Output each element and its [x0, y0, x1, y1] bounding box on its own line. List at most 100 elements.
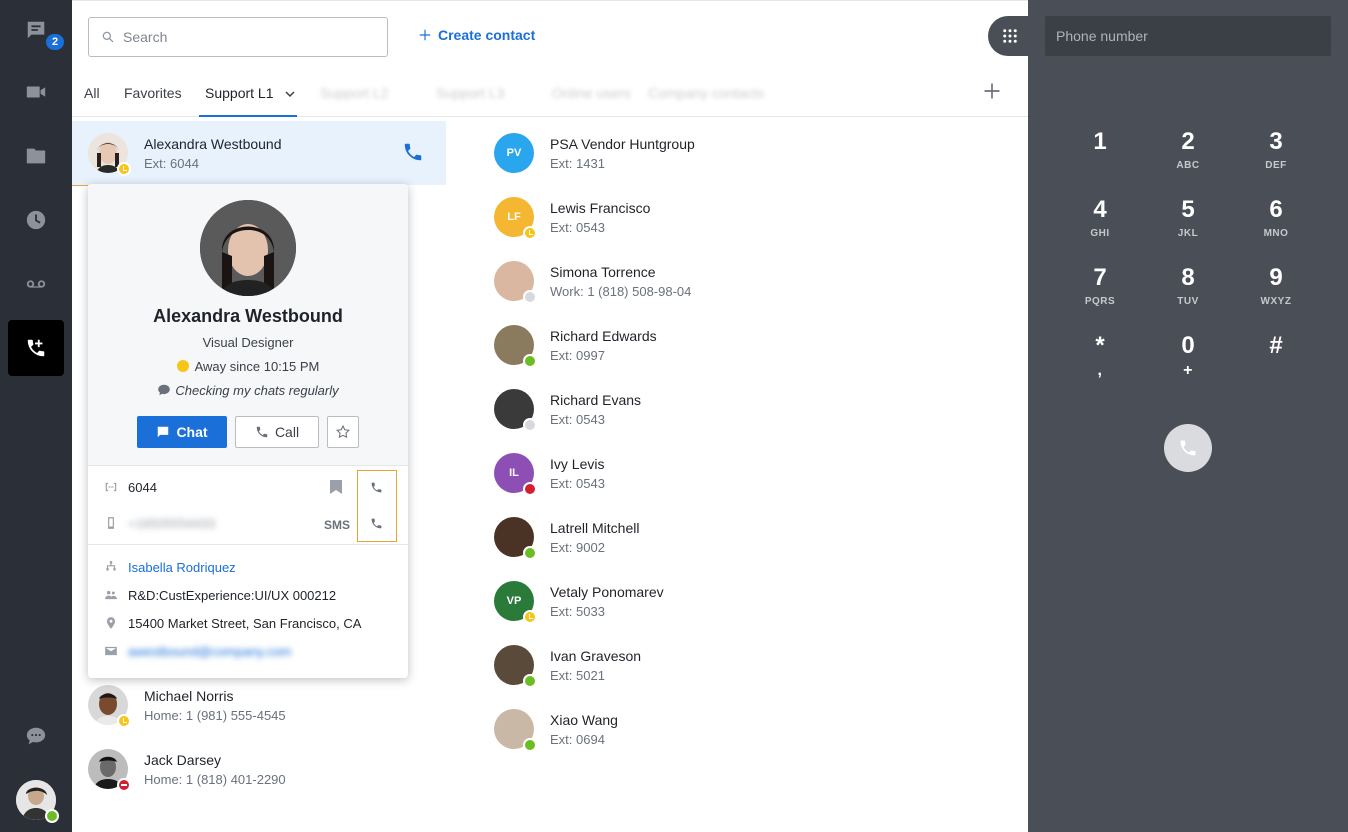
dial-call-button[interactable]	[1164, 424, 1212, 472]
contact-row[interactable]: PV PSA Vendor Huntgroup Ext: 1431	[494, 121, 695, 185]
avatar	[88, 685, 131, 728]
dial-key[interactable]: 3 DEF	[1246, 128, 1306, 188]
chat-icon	[27, 21, 45, 39]
phone-number-input[interactable]: Phone number	[1045, 16, 1331, 56]
dial-key[interactable]: 8 TUV	[1158, 264, 1218, 324]
add-tab-button[interactable]	[982, 81, 1004, 103]
rail-video[interactable]	[8, 64, 64, 120]
dial-key[interactable]: 0 +	[1158, 332, 1218, 392]
search-input[interactable]: Search	[88, 17, 388, 57]
card-phone-section: 6044 +16505554433 SMS	[88, 465, 408, 545]
dial-key[interactable]: #	[1246, 332, 1306, 392]
phone-icon	[404, 143, 422, 161]
call-mobile-button[interactable]	[370, 517, 386, 533]
contact-name: PSA Vendor Huntgroup	[550, 135, 695, 152]
contact-row[interactable]: Michael Norris Home: 1 (981) 555-4545	[88, 673, 286, 737]
dialpad-toggle-button[interactable]	[988, 16, 1032, 56]
search-placeholder: Search	[123, 29, 168, 45]
star-icon	[335, 424, 351, 439]
contact-row[interactable]: VP Vetaly Ponomarev Ext: 5033	[494, 569, 664, 633]
favorite-button[interactable]	[327, 416, 359, 448]
plus-icon	[419, 29, 431, 41]
contact-detail: Ext: 5021	[550, 667, 605, 683]
chat-button[interactable]: Chat	[137, 416, 227, 448]
card-status-text: Away since 10:15 PM	[194, 359, 320, 374]
tab-all[interactable]: All	[84, 85, 100, 101]
card-contact-name: Alexandra Westbound	[153, 306, 343, 326]
contact-row[interactable]: Jack Darsey Home: 1 (818) 401-2290	[88, 737, 286, 801]
row-divider	[72, 185, 88, 225]
sms-button[interactable]: SMS	[324, 518, 350, 532]
presence-away-dot	[117, 714, 131, 728]
dial-key-letters: GHI	[1090, 228, 1110, 239]
call-button[interactable]	[402, 141, 426, 165]
voicemail-icon	[26, 280, 46, 288]
rail-history[interactable]	[8, 192, 64, 248]
presence-dnd-dot	[117, 778, 131, 792]
phone-icon	[1180, 440, 1196, 456]
call-extension-button[interactable]	[370, 481, 386, 497]
contact-row[interactable]: Ivan Graveson Ext: 5021	[494, 633, 641, 697]
mobile-number: +16505554433	[128, 516, 216, 531]
contact-row[interactable]: IL Ivy Levis Ext: 0543	[494, 441, 605, 505]
contact-row[interactable]: Alexandra Westbound Ext: 6044	[88, 121, 282, 185]
contact-name: Latrell Mitchell	[550, 519, 640, 536]
dial-key[interactable]: 7 PQRS	[1070, 264, 1130, 324]
tab-support-l2[interactable]: Support L2	[320, 85, 389, 101]
phone-icon	[256, 426, 268, 438]
dial-key[interactable]: 2 ABC	[1158, 128, 1218, 188]
contact-row[interactable]: LF Lewis Francisco Ext: 0543	[494, 185, 650, 249]
avatar: PV	[494, 133, 534, 173]
contact-row[interactable]: Richard Edwards Ext: 0997	[494, 313, 657, 377]
dial-key[interactable]: 9 WXYZ	[1246, 264, 1306, 324]
dial-key-digit: 6	[1269, 196, 1283, 223]
contact-detail: Ext: 0694	[550, 731, 605, 747]
create-contact-label: Create contact	[438, 27, 536, 43]
email-link[interactable]: awestbound@company.com	[128, 644, 291, 659]
dial-key-digit: 3	[1269, 128, 1283, 155]
dial-key[interactable]: 5 JKL	[1158, 196, 1218, 256]
dial-key[interactable]: 6 MNO	[1246, 196, 1306, 256]
tab-support-l1-label: Support L1	[205, 85, 274, 101]
contact-row[interactable]: Latrell Mitchell Ext: 9002	[494, 505, 639, 569]
manager-link[interactable]: Isabella Rodriquez	[128, 560, 236, 575]
tab-support-l1[interactable]: Support L1	[198, 85, 298, 117]
org-chart-icon	[104, 560, 118, 579]
contact-row[interactable]: Richard Evans Ext: 0543	[494, 377, 641, 441]
dial-key-letters: DEF	[1265, 160, 1287, 171]
tab-company-contacts[interactable]: Company contacts	[648, 85, 764, 101]
avatar	[494, 261, 537, 304]
dial-key[interactable]: *,	[1070, 332, 1130, 392]
card-presence-status: Away since 10:15 PM	[88, 359, 408, 374]
search-icon	[102, 31, 114, 43]
dial-key[interactable]: 1	[1070, 128, 1130, 188]
rail-files[interactable]	[8, 128, 64, 184]
call-button[interactable]: Call	[235, 416, 319, 448]
contact-name: Jack Darsey	[144, 751, 222, 768]
tab-favorites[interactable]: Favorites	[124, 85, 182, 101]
dialer-panel: Phone number 1 2 ABC 3 DEF 4 GHI 5 JKL 6 MNO 7 PQRS 8…	[1028, 0, 1348, 832]
rail-calls[interactable]	[8, 320, 64, 376]
dial-key-digit: 0	[1181, 332, 1195, 359]
contact-row[interactable]: Simona Torrence Work: 1 (818) 508-98-04	[494, 249, 691, 313]
avatar: IL	[494, 453, 537, 496]
call-button-label: Call	[274, 424, 300, 440]
rail-voicemail[interactable]	[8, 256, 64, 312]
tab-support-l3[interactable]: Support L3	[436, 85, 505, 101]
presence-away-dot	[117, 162, 131, 176]
bookmark-icon[interactable]	[330, 480, 342, 499]
contact-name: Richard Edwards	[550, 327, 657, 344]
create-contact-button[interactable]: Create contact	[418, 27, 535, 43]
chevron-down-icon[interactable]	[285, 89, 295, 99]
comment-icon	[26, 727, 46, 745]
dial-key-letters: TUV	[1177, 296, 1199, 307]
phone-contacts-icon	[27, 339, 45, 357]
tab-online-users[interactable]: Online users	[552, 85, 631, 101]
avatar: VP	[494, 581, 537, 624]
contact-row[interactable]: Xiao Wang Ext: 0694	[494, 697, 618, 761]
rail-chat[interactable]: 2	[8, 2, 64, 58]
dial-key[interactable]: 4 GHI	[1070, 196, 1130, 256]
rail-messages[interactable]	[8, 708, 64, 764]
dial-key-digit: 4	[1093, 196, 1107, 223]
comment-icon	[158, 384, 171, 396]
